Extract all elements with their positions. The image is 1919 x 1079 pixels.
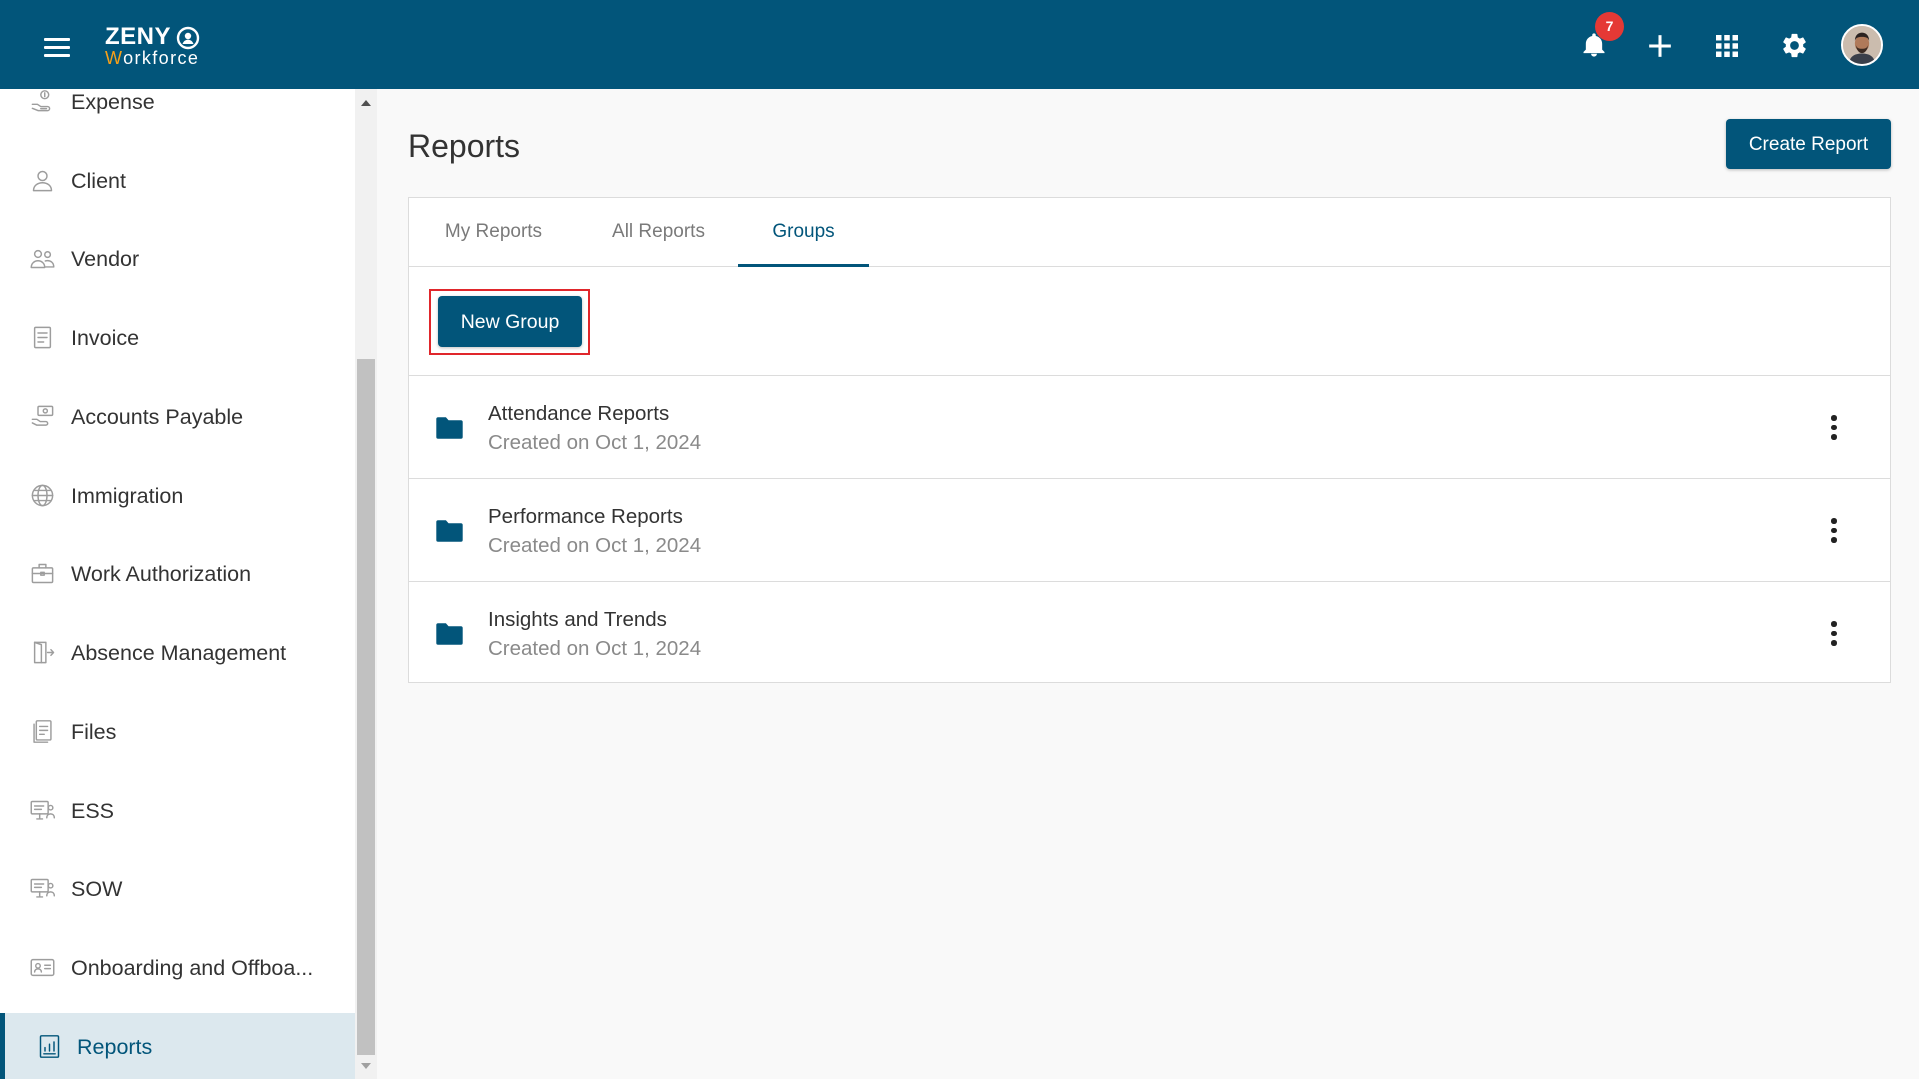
sidebar-item-label: Files (71, 719, 117, 744)
tab-all-reports[interactable]: All Reports (593, 198, 724, 267)
group-created-date: Created on Oct 1, 2024 (488, 534, 702, 557)
client-icon (29, 167, 56, 194)
group-created-date: Created on Oct 1, 2024 (488, 637, 702, 660)
gear-icon[interactable] (1780, 31, 1809, 60)
create-report-button[interactable]: Create Report (1726, 119, 1891, 169)
globe-icon (29, 482, 56, 509)
page-title: Reports (408, 128, 521, 164)
sidebar-item-label: Immigration (71, 483, 184, 508)
door-exit-icon (29, 639, 56, 666)
expense-icon (29, 89, 56, 115)
invoice-icon (29, 324, 56, 351)
group-row[interactable]: Attendance Reports Created on Oct 1, 202… (409, 375, 1890, 478)
logo-tagline: Workforce (105, 48, 200, 68)
sidebar-item-label: Absence Management (71, 641, 287, 666)
folder-icon (436, 520, 463, 542)
group-row[interactable]: Insights and Trends Created on Oct 1, 20… (409, 581, 1890, 684)
top-app-bar: ZENY Workforce 7 (0, 0, 1919, 89)
tab-groups[interactable]: Groups (738, 198, 869, 267)
sidebar-item-label: Vendor (71, 247, 140, 272)
more-options-icon[interactable] (1823, 512, 1845, 548)
sidebar-item-invoice[interactable]: Invoice (0, 304, 355, 372)
sidebar-item-label: Invoice (71, 326, 140, 351)
reports-icon (36, 1033, 63, 1060)
user-avatar[interactable] (1841, 24, 1883, 66)
sidebar-item-expense[interactable]: Expense (0, 89, 355, 136)
notification-count-badge: 7 (1595, 12, 1624, 41)
plus-icon[interactable] (1647, 33, 1673, 59)
reports-card: My Reports All Reports Groups New Group … (408, 197, 1891, 683)
id-card-icon (29, 954, 56, 981)
app-logo[interactable]: ZENY Workforce (105, 24, 205, 68)
sidebar-item-work-authorization[interactable]: Work Authorization (0, 540, 355, 608)
folder-icon (436, 417, 463, 439)
sidebar-item-absence-management[interactable]: Absence Management (0, 619, 355, 687)
sidebar-item-label: Work Authorization (71, 562, 252, 587)
sidebar-item-label: Onboarding and Offboa... (71, 956, 314, 981)
sidebar-item-onboarding[interactable]: Onboarding and Offboa... (0, 934, 355, 1002)
sidebar-item-reports[interactable]: Reports (0, 1012, 355, 1079)
tab-bar: My Reports All Reports Groups (409, 198, 1890, 267)
more-options-icon[interactable] (1823, 409, 1845, 445)
sidebar-item-ess[interactable]: ESS (0, 777, 355, 845)
group-created-date: Created on Oct 1, 2024 (488, 431, 702, 454)
group-row[interactable]: Performance Reports Created on Oct 1, 20… (409, 478, 1890, 581)
sidebar-item-accounts-payable[interactable]: Accounts Payable (0, 383, 355, 451)
sidebar-item-label: SOW (71, 877, 123, 902)
hamburger-menu-icon[interactable] (44, 38, 70, 57)
sidebar-item-label: ESS (71, 798, 115, 823)
accounts-payable-icon (29, 403, 56, 430)
scrollbar-thumb[interactable] (357, 359, 375, 1055)
new-group-button[interactable]: New Group (438, 296, 582, 347)
group-name[interactable]: Insights and Trends (488, 607, 667, 633)
tab-my-reports[interactable]: My Reports (416, 198, 571, 267)
sidebar-item-label: Reports (77, 1034, 153, 1059)
sidebar-scrollbar[interactable] (355, 89, 377, 1079)
group-name[interactable]: Attendance Reports (488, 401, 669, 427)
folder-icon (436, 623, 463, 645)
sidebar-nav: Expense Client Vendor Invoice Accounts P… (0, 89, 355, 1079)
logo-person-icon (176, 26, 200, 50)
more-options-icon[interactable] (1823, 615, 1845, 651)
sow-monitor-icon (29, 875, 56, 902)
scroll-down-arrow-icon[interactable] (361, 1063, 371, 1069)
sidebar-item-label: Client (71, 168, 126, 193)
briefcase-icon (29, 560, 56, 587)
files-icon (29, 718, 56, 745)
sidebar-item-sow[interactable]: SOW (0, 855, 355, 923)
sidebar-item-label: Expense (71, 90, 155, 114)
sidebar-item-vendor[interactable]: Vendor (0, 225, 355, 293)
sidebar-list: Expense Client Vendor Invoice Accounts P… (0, 89, 355, 1079)
vendor-icon (29, 245, 56, 272)
sidebar-item-immigration[interactable]: Immigration (0, 462, 355, 530)
group-name[interactable]: Performance Reports (488, 504, 683, 530)
logo-name: ZENY (105, 23, 172, 50)
scroll-up-arrow-icon[interactable] (361, 100, 371, 106)
sidebar-item-client[interactable]: Client (0, 147, 355, 215)
sidebar-item-label: Accounts Payable (71, 404, 244, 429)
apps-grid-icon[interactable] (1715, 34, 1739, 58)
ess-monitor-icon (29, 797, 56, 824)
user-photo (1843, 26, 1881, 64)
sidebar-item-files[interactable]: Files (0, 698, 355, 766)
